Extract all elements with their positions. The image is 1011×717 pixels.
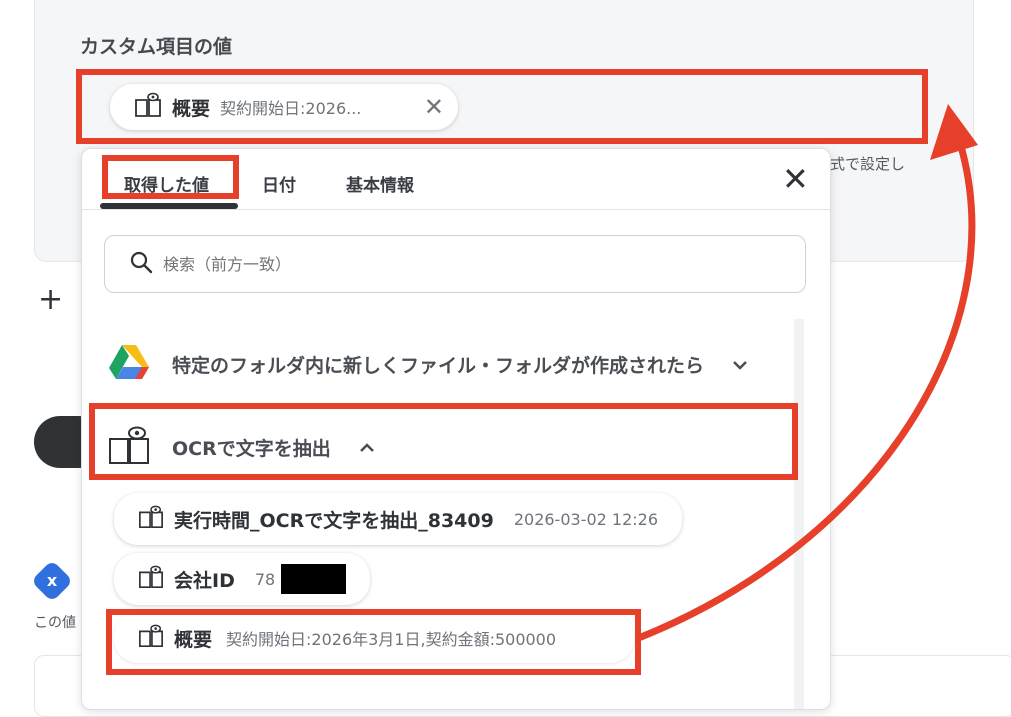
- search-field[interactable]: [104, 235, 806, 293]
- tabs-divider: [82, 209, 830, 210]
- highlight-box-top: [76, 69, 928, 144]
- item-value: 2026-03-02 12:26: [513, 509, 659, 529]
- highlight-box-tab: [102, 155, 239, 199]
- search-input[interactable]: [161, 253, 765, 275]
- x-badge-letter: x: [46, 571, 58, 590]
- ocr-book-icon: [138, 504, 164, 534]
- item-name: 実行時間_OCRで文字を抽出_83409: [174, 509, 494, 532]
- list-item-execution-time[interactable]: 実行時間_OCRで文字を抽出_83409 2026-03-02 12:26: [114, 493, 683, 545]
- item-value: 78: [254, 569, 276, 589]
- section-title: カスタム項目の値: [80, 36, 233, 58]
- search-icon: [129, 250, 153, 278]
- tab-basic-info[interactable]: 基本情報: [346, 171, 414, 196]
- add-icon[interactable]: +: [38, 282, 63, 317]
- close-icon[interactable]: ✕: [782, 163, 809, 195]
- redacted-block: [281, 564, 346, 594]
- ocr-book-icon: [138, 564, 164, 594]
- highlight-box-summary: [106, 609, 641, 675]
- tab-date[interactable]: 日付: [262, 171, 296, 196]
- item-name: 会社ID: [174, 569, 235, 592]
- help-text: この値: [34, 615, 76, 631]
- group-drive-trigger[interactable]: 特定のフォルダ内に新しくファイル・フォルダが作成されたら: [108, 343, 748, 385]
- background-help-text: 式で設定し: [830, 155, 906, 173]
- highlight-box-ocr-group: [89, 403, 798, 480]
- google-drive-icon: [108, 343, 150, 385]
- group-label-drive: 特定のフォルダ内に新しくファイル・フォルダが作成されたら: [172, 354, 705, 377]
- chevron-down-icon[interactable]: [732, 354, 748, 375]
- list-item-company-id[interactable]: 会社ID 78: [114, 553, 370, 605]
- scrollbar[interactable]: [794, 319, 804, 709]
